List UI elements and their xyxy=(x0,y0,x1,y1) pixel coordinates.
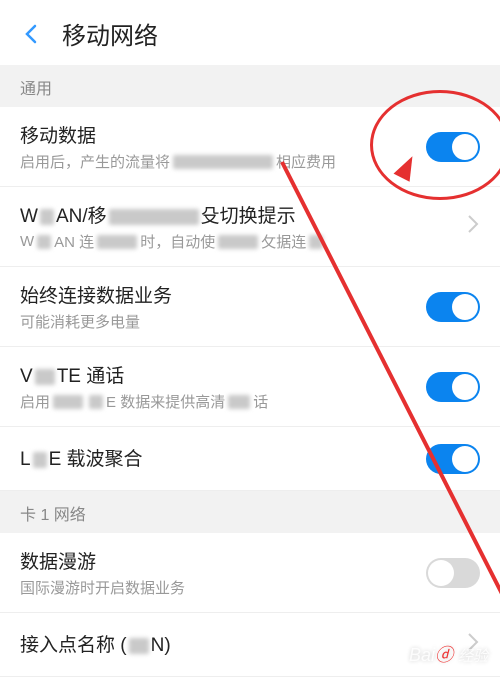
always-connect-title: 始终连接数据业务 xyxy=(20,281,426,308)
apn-title: 接入点名称 (N) xyxy=(20,630,458,657)
carrier-agg-toggle[interactable] xyxy=(426,444,480,474)
carrier-agg-title: LE 载波聚合 xyxy=(20,444,426,471)
header: 移动网络 xyxy=(0,0,500,65)
chevron-right-icon xyxy=(466,213,480,240)
watermark: Baiⓓ 经验 xyxy=(409,641,488,667)
volte-title: VTE 通话 xyxy=(20,361,426,388)
roaming-title: 数据漫游 xyxy=(20,547,426,574)
mobile-data-toggle[interactable] xyxy=(426,132,480,162)
wlan-switch-title: WAN/移殳切换提示 xyxy=(20,201,458,228)
section-header-sim1: 卡 1 网络 xyxy=(0,491,500,533)
row-volte[interactable]: VTE 通话 启用E 数据来提供高清话 xyxy=(0,347,500,427)
section-header-general: 通用 xyxy=(0,65,500,107)
row-always-connect[interactable]: 始终连接数据业务 可能消耗更多电量 xyxy=(0,267,500,347)
roaming-toggle[interactable] xyxy=(426,558,480,588)
volte-toggle[interactable] xyxy=(426,372,480,402)
row-wlan-switch[interactable]: WAN/移殳切换提示 WAN 连时，自动使攵据连 xyxy=(0,187,500,267)
always-connect-sub: 可能消耗更多电量 xyxy=(20,311,426,332)
volte-sub: 启用E 数据来提供高清话 xyxy=(20,391,426,412)
wlan-switch-sub: WAN 连时，自动使攵据连 xyxy=(20,231,458,252)
always-connect-toggle[interactable] xyxy=(426,292,480,322)
back-icon[interactable] xyxy=(20,22,44,46)
mobile-data-sub: 启用后，产生的流量将相应费用 xyxy=(20,151,426,172)
row-carrier-agg[interactable]: LE 载波聚合 xyxy=(0,427,500,491)
row-roaming[interactable]: 数据漫游 国际漫游时开启数据业务 xyxy=(0,533,500,613)
roaming-sub: 国际漫游时开启数据业务 xyxy=(20,577,426,598)
mobile-data-title: 移动数据 xyxy=(20,121,426,148)
row-mobile-data[interactable]: 移动数据 启用后，产生的流量将相应费用 xyxy=(0,107,500,187)
page-title: 移动网络 xyxy=(62,16,158,51)
